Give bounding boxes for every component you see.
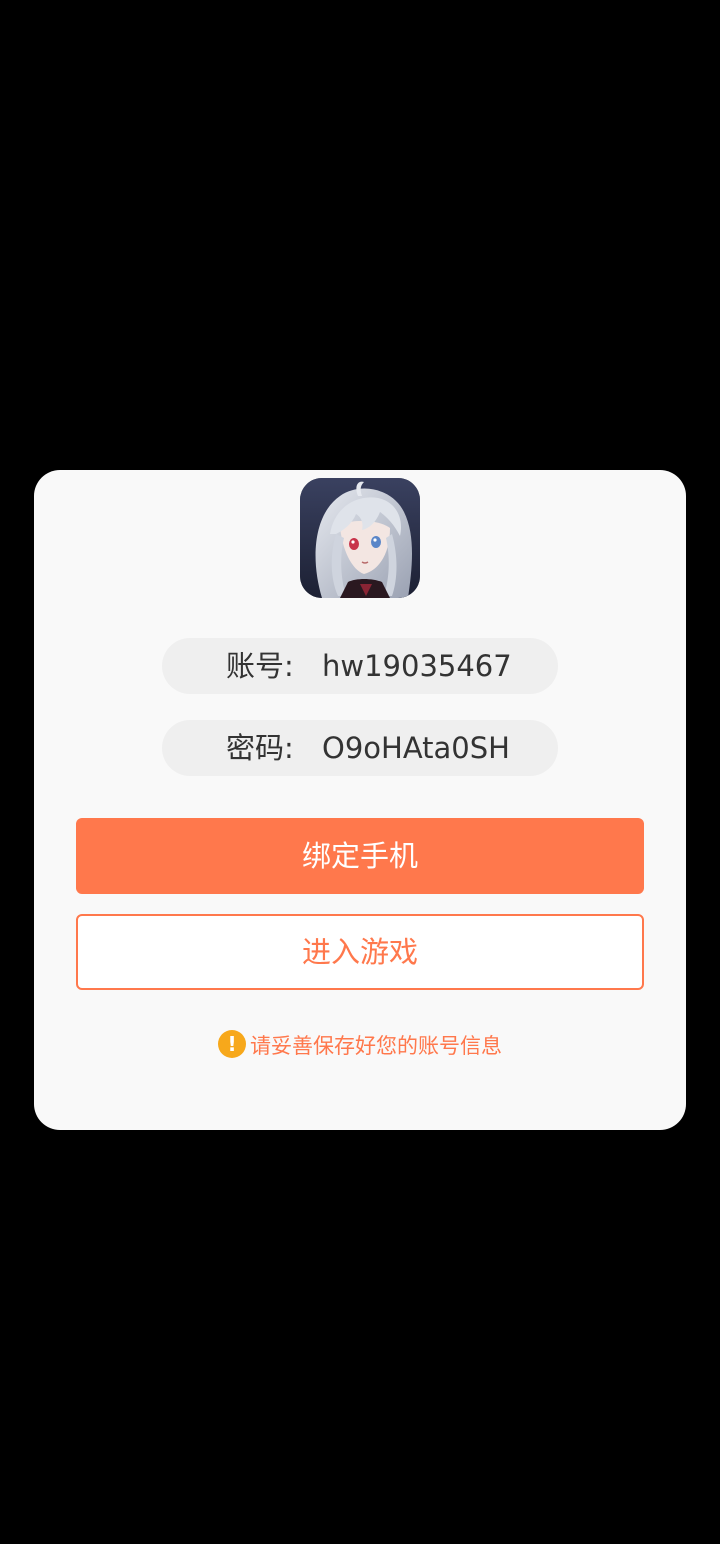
notice-text: 请妥善保存好您的账号信息 (250, 1034, 502, 1058)
password-field: 密码: O9oHAta0SH (162, 720, 558, 776)
account-label: 账号: (226, 649, 294, 683)
account-field: 账号: hw19035467 (162, 638, 558, 694)
enter-game-button[interactable]: 进入游戏 (76, 914, 644, 990)
password-label: 密码: (226, 731, 294, 765)
anime-character-avatar-icon (300, 478, 420, 598)
save-account-notice: ! 请妥善保存好您的账号信息 (34, 1030, 686, 1061)
bind-phone-button[interactable]: 绑定手机 (76, 818, 644, 894)
warning-icon: ! (218, 1030, 246, 1058)
password-value: O9oHAta0SH (322, 731, 510, 765)
account-info-dialog: 账号: hw19035467 密码: O9oHAta0SH 绑定手机 进入游戏 … (34, 470, 686, 1130)
account-value: hw19035467 (322, 649, 512, 683)
